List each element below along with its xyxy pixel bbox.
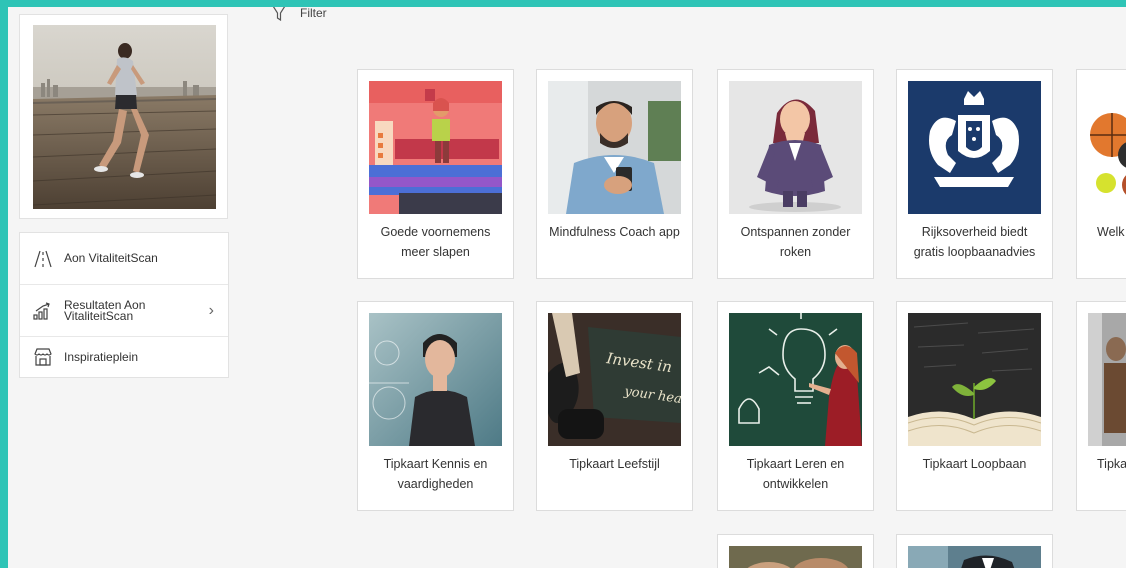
tile-caption: Mindfulness Coach app (549, 225, 680, 239)
filter-label: Filter (300, 7, 327, 20)
tile-kennis-vaardigheden[interactable]: Tipkaart Kennis en vaardigheden (357, 301, 514, 511)
tile-goede-voornemens[interactable]: Goede voornemens meer slapen (357, 69, 514, 279)
tile-caption: Goede voornemens meer slapen (380, 225, 491, 259)
split-road-icon (32, 250, 54, 268)
tile-image-futuristic-man (369, 313, 502, 446)
tile-leefstijl[interactable]: Invest in your health Tipkaart Leefstijl (536, 301, 693, 511)
tile-image-rijksoverheid-logo (908, 81, 1041, 214)
sidebar-nav: Aon VitaliteitScan Resultaten Aon Vitali… (19, 232, 229, 378)
tile-rijksoverheid[interactable]: Rijksoverheid biedt gratis loopbaanadvie… (896, 69, 1053, 279)
nav-item-label: Inspiratieplein (64, 349, 139, 364)
tile-welk[interactable]: Welk (1076, 69, 1126, 279)
tile-image-businessman (908, 546, 1041, 568)
tile-caption: Tipkaa (1097, 457, 1126, 471)
tile-row3-1[interactable] (717, 534, 874, 568)
tile-image-man-with-phone (548, 81, 681, 214)
tile-mindfulness-coach[interactable]: Mindfulness Coach app (536, 69, 693, 279)
page: Aon VitaliteitScan Resultaten Aon Vitali… (8, 7, 1126, 568)
tile-loopbaan[interactable]: Tipkaart Loopbaan (896, 301, 1053, 511)
tile-image-cartoon-woman (729, 81, 862, 214)
nav-item-label: Aon VitaliteitScan (64, 251, 158, 265)
tile-image-partial (1088, 313, 1126, 446)
tile-row3-2[interactable] (896, 534, 1053, 568)
tile-image-hands (729, 546, 862, 568)
shop-icon (32, 348, 54, 366)
profile-photo-runner (33, 25, 216, 209)
tile-image-lightbulb-chalkboard (729, 313, 862, 446)
tile-image-sports-balls (1088, 81, 1126, 214)
chevron-right-icon: › (208, 301, 214, 319)
tile-image-invest-in-health: Invest in your health (548, 313, 681, 446)
growth-chart-icon (32, 301, 54, 320)
tile-caption: Tipkaart Leren en ontwikkelen (746, 457, 845, 491)
tile-image-book-sprout (908, 313, 1041, 446)
tile-image-cartoon-bedroom (369, 81, 502, 214)
tile-caption: Welk (1097, 225, 1125, 239)
tile-ontspannen-zonder-roken[interactable]: Ontspannen zonder roken (717, 69, 874, 279)
tile-caption: Tipkaart Leefstijl (569, 457, 660, 471)
tile-caption: Tipkaart Loopbaan (922, 457, 1027, 471)
profile-card (19, 14, 228, 219)
nav-item-aon-vitaliteitscan[interactable]: Aon VitaliteitScan (20, 233, 228, 285)
tile-caption: Rijksoverheid biedt gratis loopbaanadvie… (913, 225, 1036, 259)
filter-icon (272, 7, 286, 21)
filter-button[interactable]: Filter (272, 7, 327, 21)
nav-item-inspiratieplein[interactable]: Inspiratieplein (20, 337, 228, 377)
nav-item-resultaten[interactable]: Resultaten Aon VitaliteitScan › (20, 285, 228, 337)
tile-leren-ontwikkelen[interactable]: Tipkaart Leren en ontwikkelen (717, 301, 874, 511)
nav-item-label: Resultaten Aon VitaliteitScan (64, 297, 146, 323)
tile-caption: Tipkaart Kennis en vaardigheden (383, 457, 488, 491)
tile-tipkaart-partial[interactable]: Tipkaa (1076, 301, 1126, 511)
tile-caption: Ontspannen zonder roken (740, 225, 851, 259)
